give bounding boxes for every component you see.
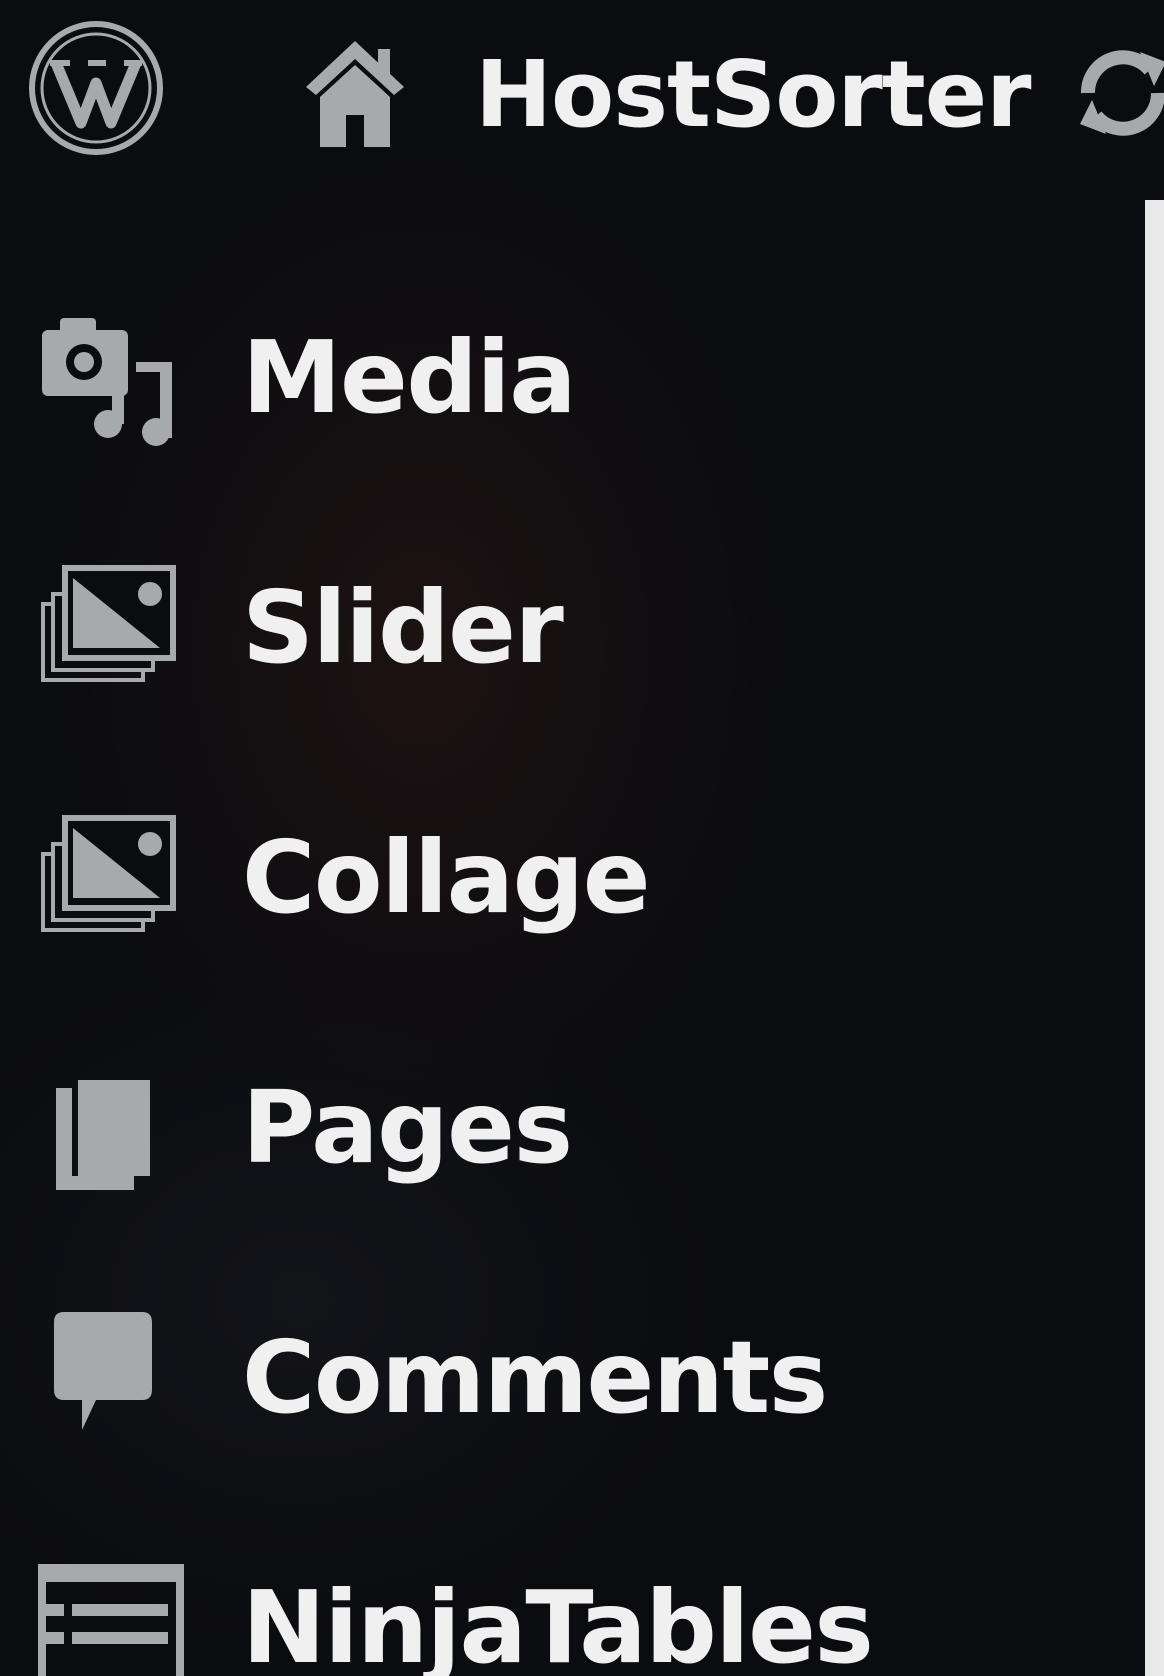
menu-item-label: Collage xyxy=(242,819,651,936)
content-area-edge xyxy=(1145,200,1164,1676)
wordpress-logo-icon[interactable] xyxy=(26,18,166,158)
menu-item-collage[interactable]: Collage xyxy=(0,790,1140,990)
media-icon xyxy=(38,310,178,450)
updates-icon[interactable] xyxy=(1068,38,1164,148)
comment-icon xyxy=(38,1310,178,1450)
wp-admin-screen: HostSorter Media Slider Collage Pages Co… xyxy=(0,0,1164,1676)
menu-item-ninjatables[interactable]: NinjaTables xyxy=(0,1540,1140,1676)
site-name-link[interactable]: HostSorter xyxy=(475,40,1032,150)
menu-item-label: Media xyxy=(242,319,577,436)
menu-item-label: Comments xyxy=(242,1319,828,1436)
menu-item-label: NinjaTables xyxy=(242,1569,874,1676)
gallery-icon xyxy=(38,810,178,950)
pages-icon xyxy=(38,1060,178,1200)
menu-item-media[interactable]: Media xyxy=(0,290,1140,490)
admin-bar: HostSorter xyxy=(0,0,1164,190)
home-icon[interactable] xyxy=(300,35,410,150)
menu-item-pages[interactable]: Pages xyxy=(0,1040,1140,1240)
menu-item-slider[interactable]: Slider xyxy=(0,540,1140,740)
table-icon xyxy=(38,1564,184,1676)
menu-item-comments[interactable]: Comments xyxy=(0,1290,1140,1490)
gallery-icon xyxy=(38,560,178,700)
menu-item-label: Pages xyxy=(242,1069,573,1186)
menu-item-label: Slider xyxy=(242,569,564,686)
